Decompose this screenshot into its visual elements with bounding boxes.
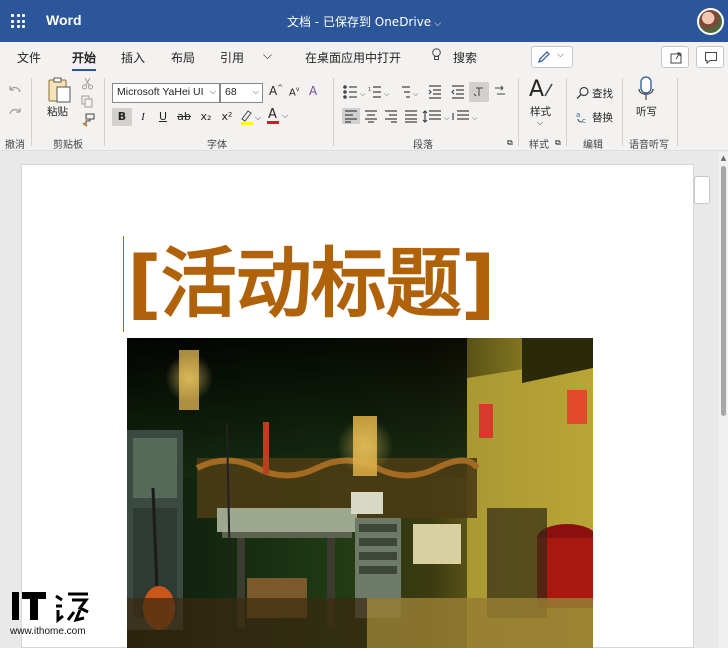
ribbon-divider bbox=[333, 78, 334, 146]
text-cursor bbox=[123, 236, 124, 332]
svg-text:⌵: ⌵ bbox=[472, 114, 478, 122]
tab-file[interactable]: 文件 bbox=[17, 49, 41, 66]
document-title-text: 文档 - 已保存到 OneDrive bbox=[286, 15, 432, 29]
lightbulb-icon bbox=[432, 48, 441, 60]
tab-insert[interactable]: 插入 bbox=[121, 49, 145, 66]
styles-label[interactable]: 样式 bbox=[530, 104, 551, 119]
styles-group-label: 样式 bbox=[529, 140, 549, 151]
find-icon[interactable] bbox=[576, 86, 590, 100]
comment-icon bbox=[705, 52, 717, 65]
scrollbar-thumb[interactable] bbox=[721, 166, 726, 416]
watermark-url: www.ithome.com bbox=[10, 626, 86, 637]
ribbon-divider bbox=[518, 78, 519, 146]
svg-text:⌵: ⌵ bbox=[360, 90, 366, 98]
subscript-button[interactable]: x₂ bbox=[196, 108, 216, 126]
underline-button[interactable]: U bbox=[153, 108, 173, 126]
open-in-desktop-link[interactable]: 在桌面应用中打开 bbox=[305, 49, 401, 66]
svg-text:A: A bbox=[529, 77, 544, 102]
svg-text:1: 1 bbox=[368, 87, 371, 93]
pencil-icon bbox=[538, 51, 550, 63]
format-painter-icon[interactable] bbox=[81, 113, 95, 127]
svg-text:⌵: ⌵ bbox=[413, 90, 419, 98]
styles-dialog-launcher-icon[interactable]: ⧉ bbox=[555, 138, 561, 148]
document-heading[interactable]: [活动标题] bbox=[127, 238, 495, 330]
font-color-icon[interactable]: A ⌵ bbox=[265, 106, 289, 126]
pilcrow-icon bbox=[473, 87, 483, 97]
ribbon-divider bbox=[622, 78, 623, 146]
paste-label[interactable]: 粘贴 bbox=[47, 104, 68, 119]
clear-formatting-icon[interactable]: A bbox=[309, 84, 317, 98]
search-link[interactable]: 搜索 bbox=[453, 49, 477, 66]
clipboard-group-label: 剪贴板 bbox=[53, 140, 83, 151]
svg-text:A: A bbox=[268, 107, 277, 122]
ribbon-divider bbox=[566, 78, 567, 146]
editing-mode-button[interactable]: ⌵ bbox=[531, 46, 573, 68]
document-photo[interactable] bbox=[127, 338, 593, 648]
dictate-label[interactable]: 听写 bbox=[636, 104, 657, 119]
text-direction-icon[interactable] bbox=[492, 84, 508, 100]
svg-text:⌵: ⌵ bbox=[444, 114, 450, 122]
show-formatting-button[interactable] bbox=[469, 82, 489, 102]
replace-icon[interactable]: a c bbox=[576, 110, 590, 124]
tab-references[interactable]: 引用 bbox=[220, 49, 244, 66]
italic-button[interactable]: I bbox=[133, 108, 153, 126]
strikethrough-button[interactable]: ab bbox=[174, 108, 194, 126]
font-name-combo[interactable]: Microsoft YaHei UI ⌵ bbox=[112, 83, 220, 103]
svg-text:c: c bbox=[582, 117, 586, 124]
redo-icon[interactable] bbox=[7, 106, 23, 120]
copy-icon[interactable] bbox=[81, 95, 94, 108]
font-group-label: 字体 bbox=[207, 140, 227, 151]
replace-label[interactable]: 替换 bbox=[592, 110, 613, 125]
chevron-down-icon: ⌵ bbox=[434, 19, 442, 29]
paragraph-group-label: 段落 bbox=[413, 140, 433, 151]
font-size-combo[interactable]: 68 ⌵ bbox=[220, 83, 263, 103]
chevron-down-icon[interactable]: ⌵ bbox=[537, 118, 543, 128]
grow-font-icon[interactable]: A^ bbox=[269, 84, 283, 98]
ribbon-divider bbox=[31, 78, 32, 146]
ribbon-divider bbox=[677, 78, 678, 146]
paste-icon[interactable] bbox=[46, 76, 72, 104]
paragraph-dialog-launcher-icon[interactable]: ⧉ bbox=[507, 138, 513, 148]
document-title[interactable]: 文档 - 已保存到 OneDrive ⌵ bbox=[0, 13, 728, 30]
undo-group-label: 撤消 bbox=[5, 140, 25, 151]
alignment-toolbar-icons[interactable]: ⌵ ⌵ bbox=[342, 108, 512, 124]
tab-home[interactable]: 开始 bbox=[72, 49, 97, 71]
share-button[interactable] bbox=[661, 46, 689, 68]
comments-button[interactable] bbox=[696, 46, 724, 68]
cut-icon[interactable] bbox=[81, 77, 94, 90]
editing-group-label: 编辑 bbox=[583, 140, 603, 151]
share-icon bbox=[670, 52, 682, 64]
font-name-value: Microsoft YaHei UI bbox=[117, 86, 204, 98]
shrink-font-icon[interactable]: Av bbox=[289, 86, 299, 98]
svg-text:a: a bbox=[576, 111, 580, 119]
font-size-value: 68 bbox=[225, 86, 237, 98]
chevron-down-icon: ⌵ bbox=[209, 87, 216, 96]
voice-group-label: 语音听写 bbox=[629, 140, 669, 151]
side-panel-tab[interactable] bbox=[694, 176, 710, 204]
more-tabs-chevron-icon[interactable]: ⌵ bbox=[263, 48, 272, 63]
chevron-down-icon: ⌵ bbox=[557, 50, 564, 60]
superscript-button[interactable]: x² bbox=[217, 108, 237, 126]
svg-text:⌵: ⌵ bbox=[255, 113, 261, 122]
svg-text:⌵: ⌵ bbox=[282, 111, 288, 120]
tab-layout[interactable]: 布局 bbox=[171, 49, 195, 66]
chevron-down-icon: ⌵ bbox=[252, 87, 259, 96]
bold-button[interactable]: B bbox=[112, 108, 132, 126]
svg-text:⌵: ⌵ bbox=[384, 90, 390, 98]
find-label[interactable]: 查找 bbox=[592, 86, 613, 101]
ribbon-divider bbox=[104, 78, 105, 146]
title-bar: Word 文档 - 已保存到 OneDrive ⌵ bbox=[0, 0, 728, 42]
microphone-icon[interactable] bbox=[637, 76, 655, 102]
highlighter-icon[interactable]: ⌵ bbox=[239, 108, 261, 126]
undo-icon[interactable] bbox=[7, 84, 23, 98]
avatar[interactable] bbox=[697, 8, 724, 35]
styles-icon[interactable]: A bbox=[528, 76, 554, 102]
scroll-up-icon[interactable]: ▲ bbox=[719, 154, 728, 162]
